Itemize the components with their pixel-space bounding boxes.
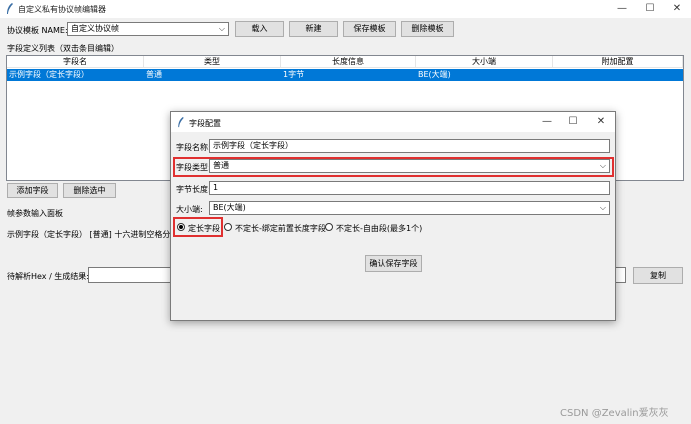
endian-value: BE(大端) [213,203,246,212]
confirm-save-field-button[interactable]: 确认保存字段 [365,255,422,272]
input-panel-heading: 帧参数输入面板 [7,209,63,218]
field-type-select[interactable]: 普通 ⌵ [209,159,610,173]
column-header-type[interactable]: 类型 [144,56,281,68]
field-name-label: 字段名称: [176,143,211,152]
dialog-minimize-button[interactable]: — [537,115,557,129]
feather-icon [7,3,13,14]
chevron-down-icon: ⌵ [599,161,606,170]
byte-length-input[interactable]: 1 [209,181,610,195]
new-button[interactable]: 新建 [289,21,338,37]
delete-selected-button[interactable]: 删除选中 [63,183,116,198]
template-select[interactable]: 自定义协议帧 ⌵ [67,22,229,36]
field-config-dialog: 字段配置 — ☐ ✕ 字段名称: 示例字段（定长字段） 字段类型: 普通 ⌵ 字… [170,111,616,321]
title-bar: 自定义私有协议帧编辑器 — ☐ ✕ [0,0,691,18]
radio-bound-length[interactable] [224,223,232,231]
chevron-down-icon: ⌵ [218,24,225,33]
panel-field-row: 示例字段（定长字段） [普通] 十六进制空格分隔 [7,230,179,239]
column-header-length[interactable]: 长度信息 [281,56,416,68]
radio-bound-length-label[interactable]: 不定长-绑定前置长度字段 [235,223,326,234]
field-type-label: 字段类型: [176,163,211,172]
close-button[interactable]: ✕ [667,2,687,16]
radio-fixed[interactable] [177,223,185,231]
load-button[interactable]: 载入 [235,21,284,37]
watermark: CSDN @Zevalin爱灰灰 [560,408,669,419]
dialog-title-bar: 字段配置 — ☐ ✕ [171,112,615,132]
fields-heading: 字段定义列表（双击条目编辑） [7,44,119,53]
dialog-title: 字段配置 [189,119,221,128]
add-field-button[interactable]: 添加字段 [7,183,58,198]
radio-free-segment[interactable] [325,223,333,231]
cell-length: 1字节 [283,70,305,79]
byte-length-label: 字节长度: [176,185,211,194]
column-header-endian[interactable]: 大小端 [416,56,553,68]
window-title: 自定义私有协议帧编辑器 [18,5,106,14]
template-label: 协议模板 NAME: [7,26,68,35]
copy-button[interactable]: 复制 [633,267,683,284]
minimize-button[interactable]: — [612,2,632,16]
field-type-value: 普通 [213,161,229,170]
endian-select[interactable]: BE(大端) ⌵ [209,201,610,215]
template-select-value: 自定义协议帧 [71,24,119,33]
cell-endian: BE(大端) [418,70,451,79]
maximize-button[interactable]: ☐ [640,2,660,16]
field-name-input[interactable]: 示例字段（定长字段） [209,139,610,153]
cell-type: 普通 [146,70,162,79]
column-header-extra[interactable]: 附加配置 [553,56,683,68]
cell-name: 示例字段（定长字段） [9,70,89,79]
feather-icon [178,117,184,128]
chevron-down-icon: ⌵ [599,203,606,212]
dialog-maximize-button[interactable]: ☐ [563,115,583,129]
table-row[interactable]: 示例字段（定长字段） 普通 1字节 BE(大端) [7,69,683,81]
radio-fixed-label[interactable]: 定长字段 [188,223,220,234]
hex-label: 待解析Hex / 生成结果: [7,272,90,281]
dialog-close-button[interactable]: ✕ [591,115,611,129]
column-header-name[interactable]: 字段名 [7,56,144,68]
delete-template-button[interactable]: 删除模板 [401,21,454,37]
endian-label: 大小端: [176,205,203,214]
radio-free-segment-label[interactable]: 不定长-自由段(最多1个) [336,223,422,234]
save-template-button[interactable]: 保存模板 [343,21,396,37]
